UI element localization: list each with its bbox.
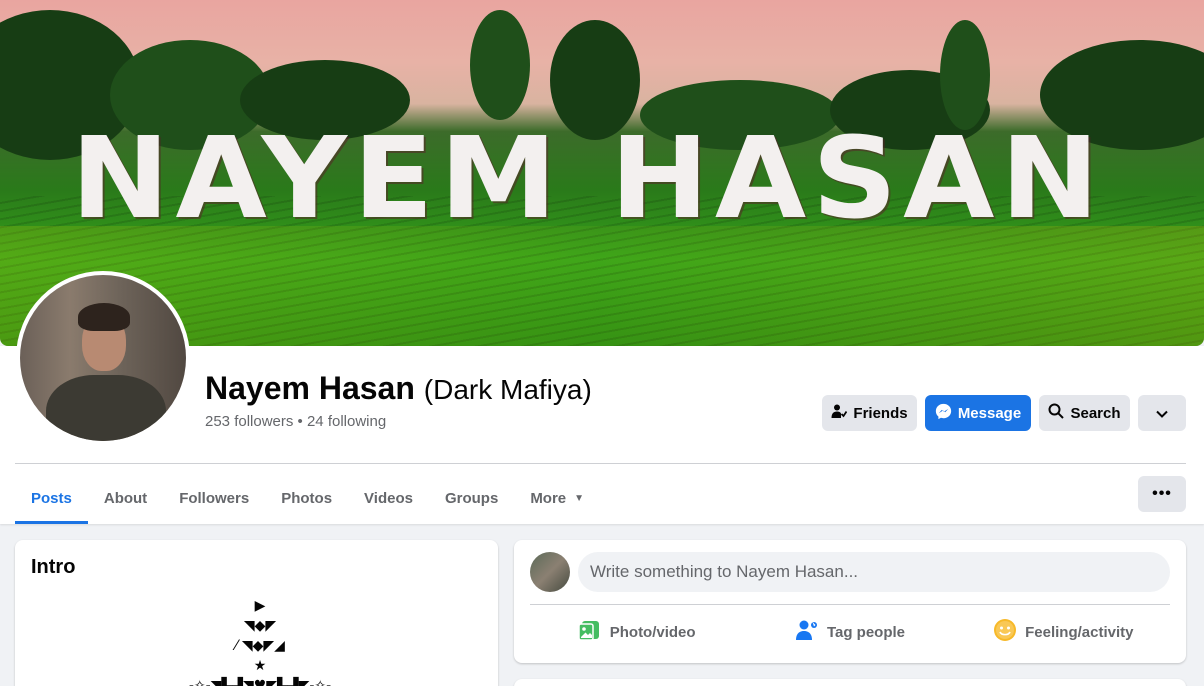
avatar-hair	[78, 303, 130, 331]
follow-info[interactable]: 253 followers • 24 following	[205, 413, 386, 430]
friends-button-label: Friends	[853, 404, 908, 422]
friends-icon	[831, 403, 848, 423]
intro-card: Intro ▶ ◥◆◤ ⁄ ◥◆◤◢ ★ -✧-◥▙▟◥♥◤▙▟◤-✧-	[15, 540, 498, 686]
tab-photos[interactable]: Photos	[265, 472, 348, 524]
tab-more-label: More	[530, 489, 567, 507]
tab-followers[interactable]: Followers	[163, 472, 265, 524]
tag-people-label: Tag people	[826, 623, 906, 641]
profile-options-button[interactable]	[1138, 395, 1186, 431]
tab-posts[interactable]: Posts	[15, 472, 88, 524]
tag-people-button[interactable]: Tag people	[743, 612, 956, 652]
messenger-icon	[935, 403, 952, 424]
tab-menu-button[interactable]: •••	[1138, 476, 1186, 512]
next-post-card	[514, 679, 1186, 686]
tab-followers-label: Followers	[179, 489, 250, 507]
tab-posts-label: Posts	[31, 489, 72, 507]
cover-tree	[470, 10, 530, 120]
caret-down-icon: ▼	[574, 492, 585, 504]
tab-videos[interactable]: Videos	[348, 472, 429, 524]
profile-tabs: Posts About Followers Photos Videos Grou…	[15, 472, 600, 524]
tab-about-label: About	[103, 489, 148, 507]
composer-actions: Photo/video Tag people Feeling/activity	[530, 612, 1170, 652]
tab-about[interactable]: About	[88, 472, 163, 524]
composer-input[interactable]	[578, 552, 1170, 592]
post-composer: Photo/video Tag people Feeling/activity	[514, 540, 1186, 663]
message-button-label: Message	[957, 404, 1022, 422]
tab-photos-label: Photos	[281, 489, 333, 507]
tag-people-icon	[795, 618, 819, 646]
friends-button[interactable]: Friends	[822, 395, 917, 431]
intro-bio: ▶ ◥◆◤ ⁄ ◥◆◤◢ ★ -✧-◥▙▟◥♥◤▙▟◤-✧-	[188, 598, 332, 686]
composer-divider	[530, 604, 1170, 605]
composer-avatar[interactable]	[530, 552, 570, 592]
feeling-activity-button[interactable]: Feeling/activity	[957, 612, 1170, 652]
feeling-icon	[993, 618, 1017, 646]
search-button-label: Search	[1070, 404, 1121, 422]
profile-name-text: Nayem Hasan	[205, 370, 415, 406]
chevron-down-icon	[1156, 405, 1168, 422]
profile-name: Nayem Hasan (Dark Mafiya)	[205, 370, 592, 407]
tab-more[interactable]: More ▼	[514, 472, 600, 524]
cover-title: NAYEM HASAN	[70, 112, 1106, 244]
avatar[interactable]	[16, 271, 190, 445]
search-button[interactable]: Search	[1039, 395, 1130, 431]
avatar-photo	[20, 275, 186, 441]
intro-title: Intro	[31, 556, 76, 578]
search-icon	[1048, 403, 1065, 423]
tab-groups-label: Groups	[444, 489, 499, 507]
profile-alt-name: (Dark Mafiya)	[423, 374, 592, 405]
header-divider	[15, 463, 1186, 464]
avatar-body	[46, 375, 166, 441]
tab-groups[interactable]: Groups	[429, 472, 514, 524]
tab-videos-label: Videos	[364, 489, 413, 507]
photo-icon	[577, 618, 602, 646]
feeling-activity-label: Feeling/activity	[1025, 623, 1134, 641]
message-button[interactable]: Message	[925, 395, 1031, 431]
cover-photo[interactable]: NAYEM HASAN	[0, 0, 1204, 346]
photo-video-button[interactable]: Photo/video	[530, 612, 743, 652]
photo-video-label: Photo/video	[609, 623, 696, 641]
